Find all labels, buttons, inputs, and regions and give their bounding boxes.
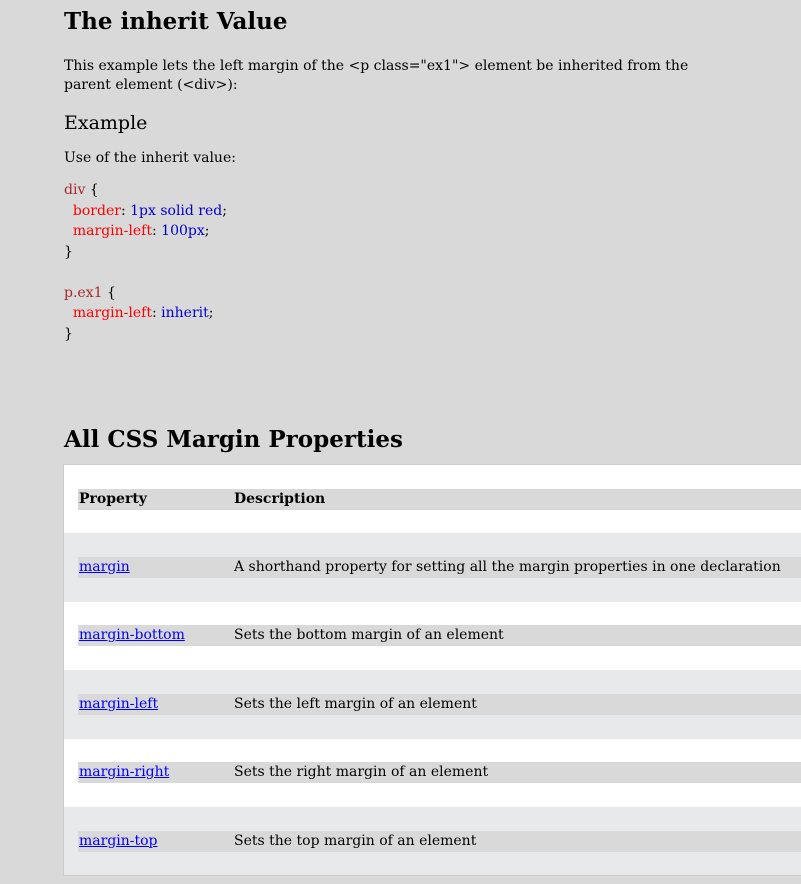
table-row: margin A shorthand property for setting …	[63, 533, 801, 602]
example-text: Use of the inherit value:	[64, 150, 236, 166]
margin-properties-table: Property Description margin A shorthand …	[63, 464, 801, 876]
page-title: The inherit Value	[64, 8, 288, 35]
code-brace: {	[102, 284, 116, 301]
table-row: margin-bottom Sets the bottom margin of …	[64, 602, 801, 671]
property-description: Sets the right margin of an element	[233, 762, 801, 784]
example-heading: Example	[64, 112, 148, 134]
property-description: A shorthand property for setting all the…	[233, 556, 801, 578]
property-description: Sets the top margin of an element	[233, 830, 801, 852]
property-link[interactable]: margin	[79, 559, 130, 575]
code-value: inherit	[161, 305, 209, 321]
header-description: Description	[233, 488, 801, 510]
property-link[interactable]: margin-top	[79, 833, 158, 849]
intro-text: This example lets the left margin of the…	[64, 58, 689, 93]
code-selector: div	[64, 182, 86, 198]
code-brace: }	[64, 243, 73, 260]
code-brace: {	[85, 182, 99, 198]
table-header-row: Property Description	[64, 465, 801, 534]
table-row: margin-left Sets the left margin of an e…	[63, 670, 801, 739]
property-description: Sets the left margin of an element	[233, 693, 801, 715]
code-property: margin-left	[72, 305, 152, 321]
property-link[interactable]: margin-right	[79, 764, 169, 780]
property-link[interactable]: margin-left	[79, 696, 158, 712]
code-value: 100px	[161, 223, 205, 239]
code-brace: }	[64, 325, 73, 342]
code-property: border	[72, 202, 121, 219]
section-heading: All CSS Margin Properties	[64, 426, 403, 453]
property-link[interactable]: margin-bottom	[79, 627, 185, 643]
code-value: 1px solid red	[130, 202, 223, 219]
property-description: Sets the bottom margin of an element	[233, 625, 801, 647]
table-row: margin-right Sets the right margin of an…	[64, 739, 801, 808]
code-property: margin-left	[72, 223, 152, 239]
code-selector: p.ex1	[64, 284, 103, 301]
table-row: margin-top Sets the top margin of an ele…	[63, 807, 801, 876]
code-block: div { border: 1px solid red; margin-left…	[64, 182, 227, 342]
header-property: Property	[78, 488, 233, 510]
